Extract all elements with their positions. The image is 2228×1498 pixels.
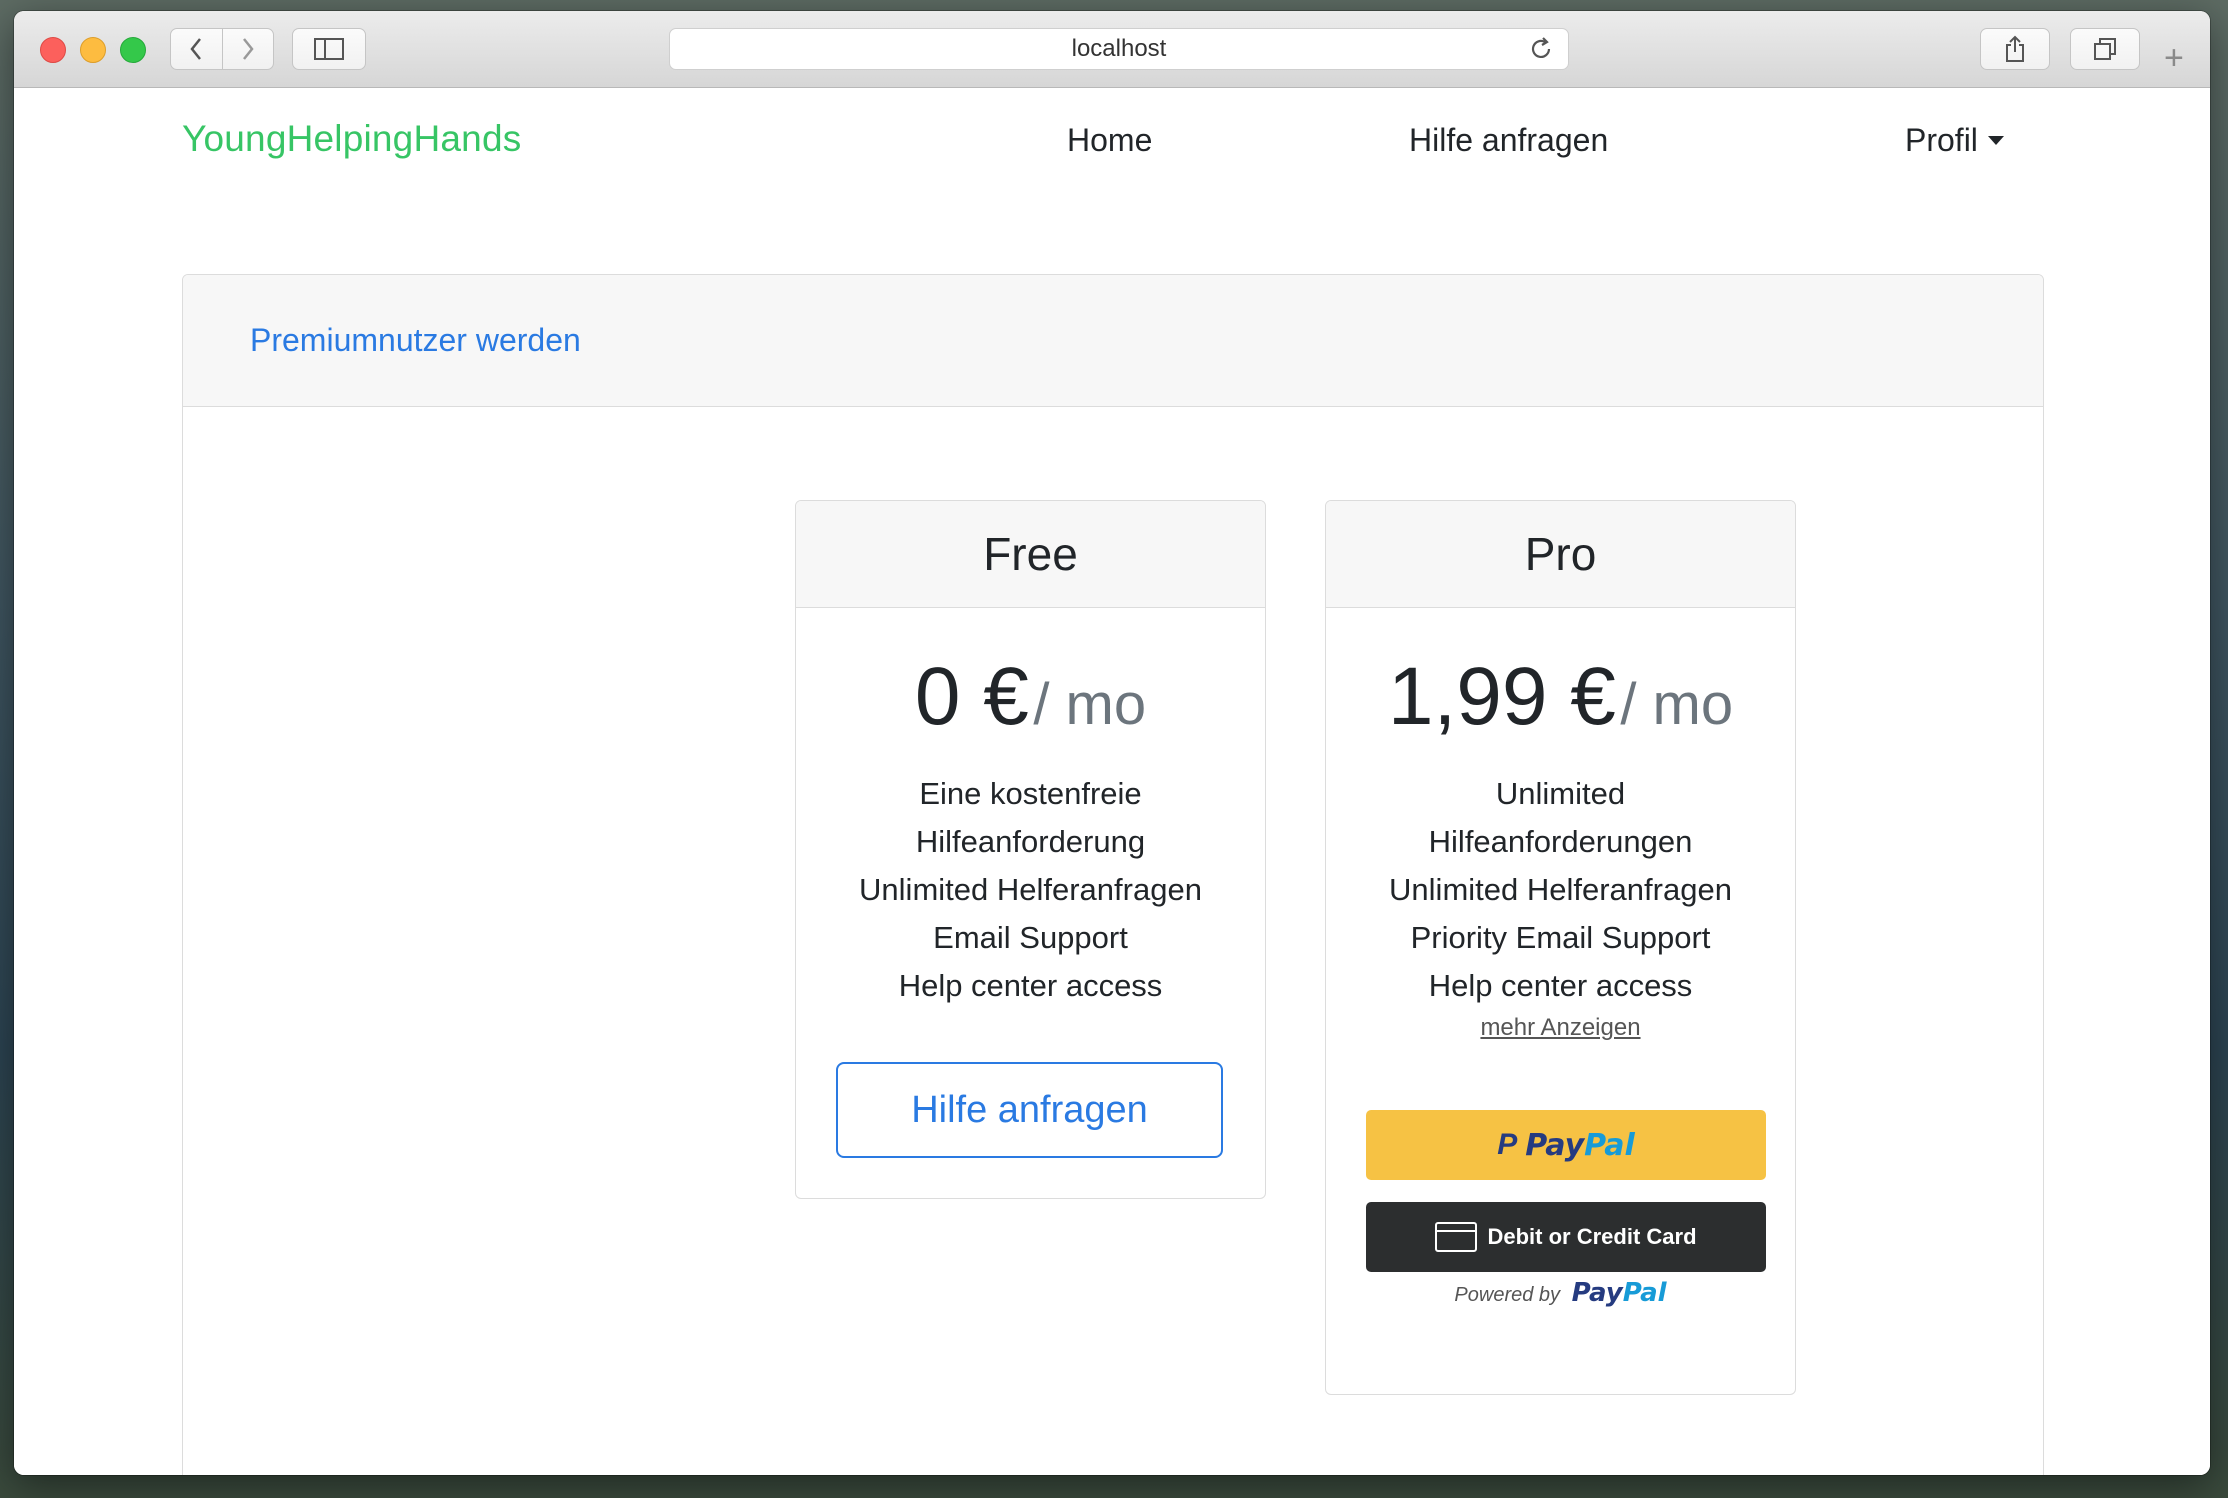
sidebar-icon: [314, 38, 344, 60]
browser-window: localhost + YoungHelpingHands Home Hilfe…: [14, 11, 2210, 1475]
premium-card-title: Premiumnutzer werden: [250, 322, 581, 358]
feature-item: Eine kostenfreie: [919, 776, 1142, 811]
tab-overview-button[interactable]: [2070, 28, 2140, 70]
tabs-icon: [2094, 38, 2116, 60]
plan-name: Free: [796, 501, 1265, 608]
plan-price: 0 € / mo: [796, 650, 1265, 744]
premium-card: Premiumnutzer werden Free 0 € / mo Eine …: [182, 274, 2044, 1475]
chevron-right-icon: [242, 38, 254, 60]
plan-price: 1,99 € / mo: [1326, 650, 1795, 744]
hilfe-anfragen-button[interactable]: Hilfe anfragen: [836, 1062, 1223, 1158]
feature-item: Unlimited Helferanfragen: [859, 872, 1202, 907]
paypal-logo: PayPal: [1525, 1127, 1635, 1163]
nav-home[interactable]: Home: [1067, 122, 1152, 159]
plan-free: Free 0 € / mo Eine kostenfreie Hilfeanfo…: [795, 500, 1266, 1199]
close-window-button[interactable]: [40, 37, 66, 63]
address-bar[interactable]: localhost: [669, 28, 1569, 70]
powered-by-paypal: Powered by PayPal: [1326, 1278, 1795, 1308]
price-amount: 0 €: [914, 651, 1029, 742]
feature-item: Email Support: [933, 920, 1128, 955]
maximize-window-button[interactable]: [120, 37, 146, 63]
page-content: YoungHelpingHands Home Hilfe anfragen Pr…: [14, 88, 2210, 1475]
sidebar-toggle-button[interactable]: [292, 28, 366, 70]
show-more-link[interactable]: mehr Anzeigen: [1326, 1014, 1795, 1042]
paypal-button[interactable]: P PayPal: [1366, 1110, 1766, 1180]
price-amount: 1,99 €: [1387, 651, 1616, 742]
powered-by-label: Powered by: [1454, 1284, 1561, 1306]
feature-item: Help center access: [1428, 968, 1693, 1003]
new-tab-button[interactable]: +: [2164, 41, 2184, 75]
feature-item: Help center access: [898, 968, 1163, 1003]
plan-pro: Pro 1,99 € / mo Unlimited Hilfeanforderu…: [1325, 500, 1796, 1395]
paypal-icon: P: [1497, 1128, 1518, 1161]
address-text: localhost: [1071, 35, 1167, 62]
feature-list: Eine kostenfreie Hilfeanforderung Unlimi…: [796, 770, 1265, 1010]
reload-icon[interactable]: [1528, 36, 1554, 62]
feature-item: Priority Email Support: [1410, 920, 1711, 955]
caret-down-icon: [1987, 136, 2004, 145]
debit-credit-card-button[interactable]: Debit or Credit Card: [1366, 1202, 1766, 1272]
feature-item: Hilfeanforderung: [915, 824, 1146, 859]
brand-logo[interactable]: YoungHelpingHands: [182, 118, 521, 160]
paypal-logo: PayPal: [1571, 1278, 1667, 1308]
feature-item: Unlimited Helferanfragen: [1389, 872, 1732, 907]
browser-toolbar: localhost +: [14, 11, 2210, 88]
plan-name: Pro: [1326, 501, 1795, 608]
share-icon: [2006, 35, 2024, 62]
nav-hilfe-anfragen[interactable]: Hilfe anfragen: [1409, 122, 1608, 159]
feature-item: Unlimited: [1495, 776, 1626, 811]
nav-profile-dropdown[interactable]: Profil: [1905, 122, 2004, 159]
forward-button[interactable]: [221, 29, 274, 69]
card-button-label: Debit or Credit Card: [1487, 1224, 1697, 1249]
profile-label: Profil: [1905, 122, 1978, 158]
price-period: / mo: [1033, 672, 1147, 737]
chevron-left-icon: [190, 38, 202, 60]
history-nav-group: [170, 28, 274, 70]
feature-list: Unlimited Hilfeanforderungen Unlimited H…: [1326, 770, 1795, 1010]
minimize-window-button[interactable]: [80, 37, 106, 63]
feature-item: Hilfeanforderungen: [1428, 824, 1693, 859]
back-button[interactable]: [171, 29, 222, 69]
share-button[interactable]: [1980, 28, 2050, 70]
premium-card-header: Premiumnutzer werden: [183, 275, 2043, 407]
credit-card-icon: [1435, 1222, 1478, 1252]
price-period: / mo: [1620, 672, 1734, 737]
